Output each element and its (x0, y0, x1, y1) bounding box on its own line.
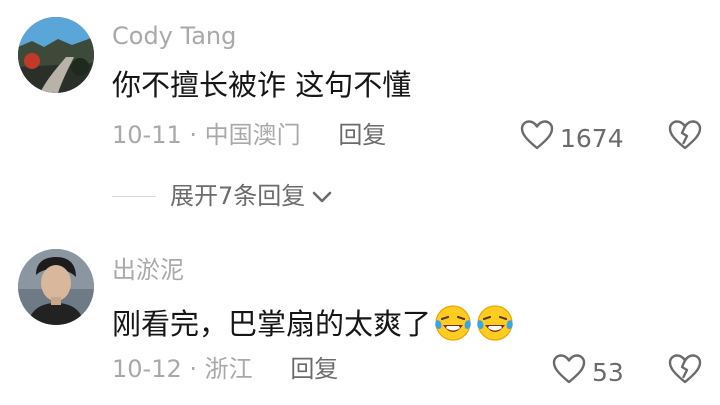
meta-separator: · (189, 355, 198, 383)
comment-text: 你不擅长被诈 这句不懂 (112, 68, 412, 102)
avatar[interactable] (18, 17, 94, 93)
meta-separator: · (189, 121, 198, 149)
expand-replies-label: 展开7条回复 (170, 182, 306, 210)
expand-divider (112, 195, 156, 197)
comment-item: 出淤泥 刚看完，巴掌扇的太爽了 10-12 · 浙江 回复 53 (0, 230, 720, 405)
broken-heart-icon (668, 119, 702, 151)
comment-text: 刚看完，巴掌扇的太爽了 (112, 303, 515, 343)
comment-list: Cody Tang 你不擅长被诈 这句不懂 10-11 · 中国澳门 回复 16… (0, 0, 720, 405)
like-button[interactable]: 1674 (520, 119, 624, 159)
heart-outline-icon (552, 353, 592, 393)
comment-item: Cody Tang 你不擅长被诈 这句不懂 10-11 · 中国澳门 回复 16… (0, 0, 720, 230)
comment-meta: 10-12 · 浙江 回复 (112, 353, 338, 385)
like-count: 53 (592, 358, 624, 387)
chevron-down-icon (305, 180, 333, 212)
reply-button[interactable]: 回复 (290, 355, 338, 383)
comment-location: 浙江 (204, 355, 253, 383)
like-button[interactable]: 53 (552, 353, 624, 393)
expand-replies-button[interactable]: 展开7条回复 (112, 180, 333, 212)
dislike-button[interactable] (668, 353, 702, 385)
broken-heart-icon (668, 353, 702, 385)
reply-button[interactable]: 回复 (338, 121, 386, 149)
username[interactable]: 出淤泥 (112, 255, 184, 285)
dislike-button[interactable] (668, 119, 702, 151)
comment-date: 10-11 (112, 121, 182, 149)
heart-outline-icon (520, 119, 560, 159)
like-count: 1674 (560, 124, 624, 153)
username[interactable]: Cody Tang (112, 21, 236, 51)
laughing-crying-emoji-icon (475, 303, 515, 343)
laughing-crying-emoji-icon (433, 303, 473, 343)
comment-meta: 10-11 · 中国澳门 回复 (112, 119, 386, 151)
avatar[interactable] (18, 249, 94, 325)
comment-location: 中国澳门 (204, 121, 301, 149)
comment-text-body: 刚看完，巴掌扇的太爽了 (112, 307, 432, 341)
comment-date: 10-12 (112, 355, 182, 383)
